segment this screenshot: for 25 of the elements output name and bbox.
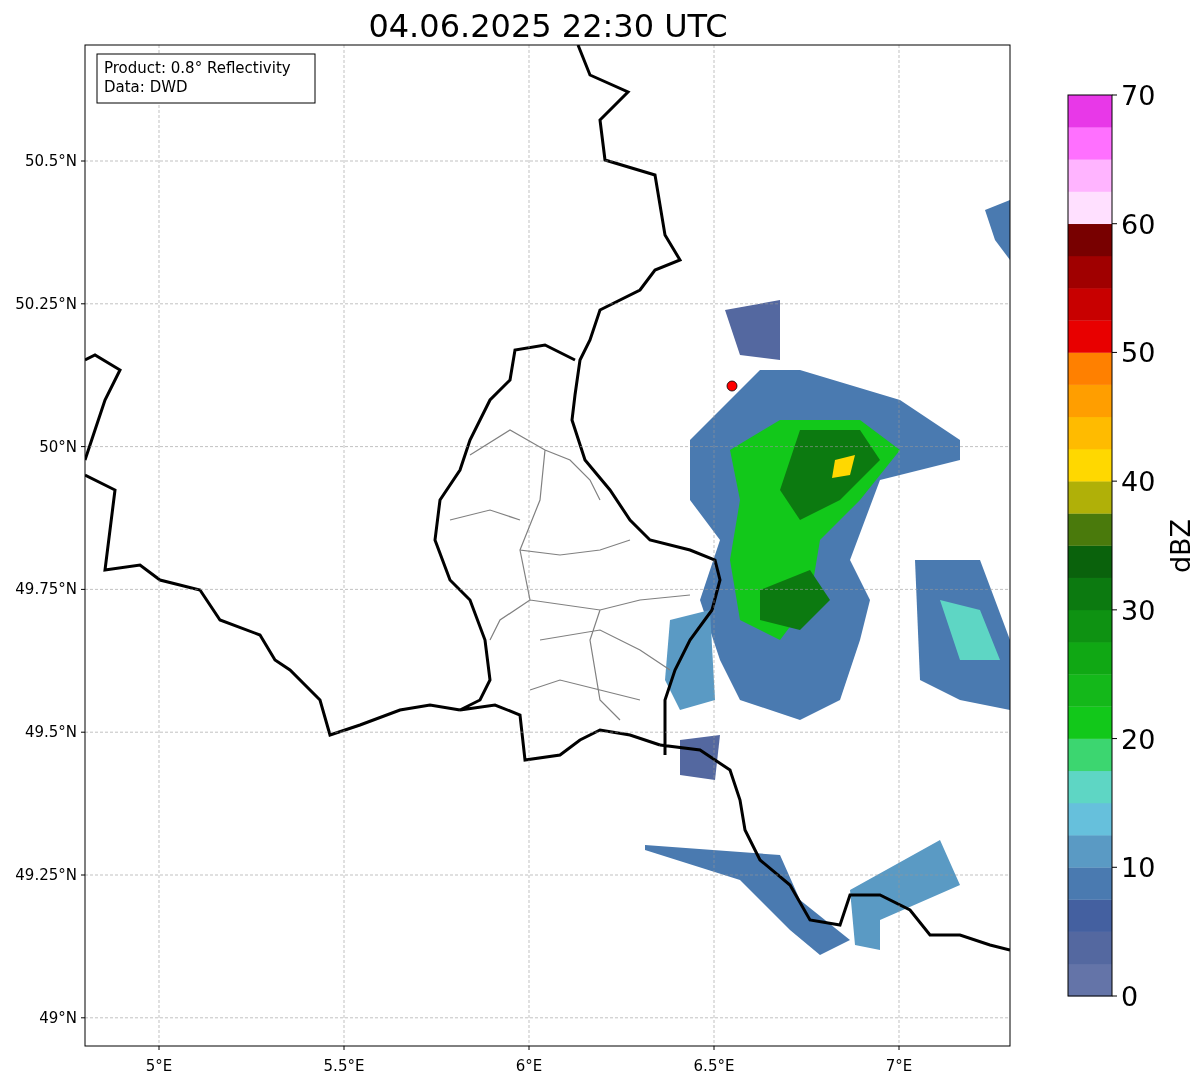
legend-text: Data: DWD <box>104 78 188 96</box>
axis-tick-label: 50°N <box>39 437 77 456</box>
axis-tick-label: 6.5°E <box>693 1057 735 1075</box>
chart-title: 04.06.2025 22:30 UTC <box>368 7 728 45</box>
axis-tick-label: 5°E <box>145 1057 173 1075</box>
axis-tick-label: 50.5°N <box>24 152 77 170</box>
colorbar-tick-label: 60 <box>1121 208 1156 240</box>
colorbar-label: dBZ <box>1165 518 1196 574</box>
axis-tick-label: 49°N <box>39 1008 77 1027</box>
colorbar-tick-label: 70 <box>1121 80 1156 111</box>
colorbar-tick-label: 50 <box>1121 337 1156 369</box>
legend-text: Product: 0.8° Reflectivity <box>104 59 291 77</box>
colorbar-tick-label: 0 <box>1121 981 1139 1012</box>
axis-tick-label: 6°E <box>515 1057 543 1075</box>
axis-tick-label: 5.5°E <box>323 1057 365 1075</box>
axis-tick-label: 7°E <box>885 1057 913 1075</box>
axis-tick-label: 49.5°N <box>24 723 77 742</box>
colorbar-tick-label: 30 <box>1121 594 1156 626</box>
axis-tick-label: 49.75°N <box>15 580 77 599</box>
colorbar-tick-label: 40 <box>1121 466 1156 498</box>
axis-tick-label: 50.25°N <box>15 294 77 313</box>
colorbar-tick-label: 20 <box>1121 723 1156 755</box>
axis-tick-label: 49.25°N <box>15 866 77 884</box>
radar-site-marker <box>726 380 738 392</box>
colorbar-tick-label: 10 <box>1121 852 1156 884</box>
